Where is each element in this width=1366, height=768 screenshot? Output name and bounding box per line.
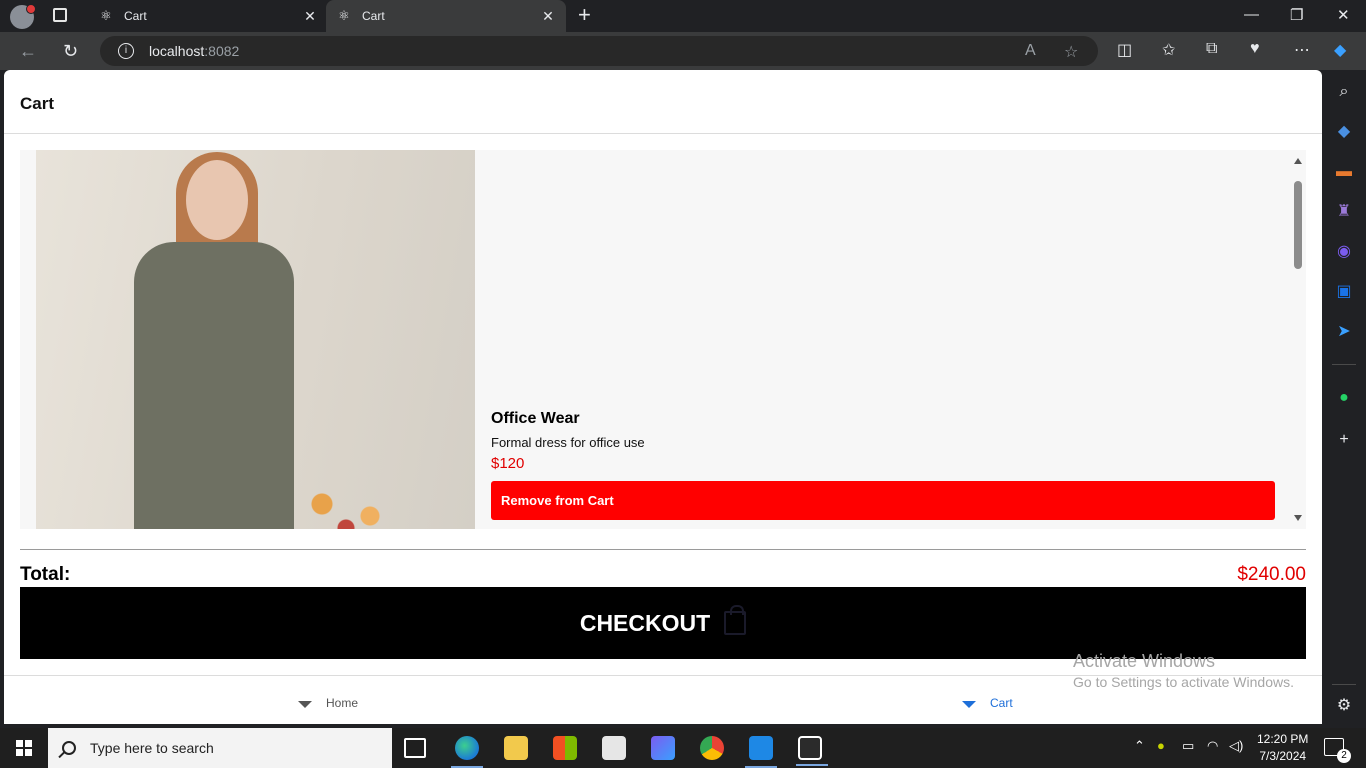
product-image [36,150,475,529]
battery-icon[interactable]: ▭ [1182,738,1194,754]
caret-down-icon [962,701,976,708]
search-icon[interactable]: ⌕ [1334,82,1354,102]
outlook-icon[interactable]: ▣ [1334,282,1354,302]
windows-taskbar: Type here to search ⌃ ● ▭ ◠ ◁) 12:20 PM … [0,728,1366,768]
product-price: $120 [491,455,525,472]
tab-actions-icon[interactable] [53,8,67,22]
product-name: Office Wear [491,410,580,427]
add-sidebar-app-icon[interactable]: + [1334,430,1354,450]
edge-sidebar: ⌕ ◆ ▬ ♜ ◉ ▣ ➤ ● + ⚙ [1322,70,1366,724]
search-icon [62,741,76,755]
search-placeholder: Type here to search [90,740,214,756]
tray-app-icon[interactable]: ● [1157,738,1165,753]
url-host: localhost [149,43,205,59]
wifi-icon[interactable]: ◠ [1207,738,1218,754]
product-image-dress [134,242,294,529]
split-screen-icon[interactable]: ◫ [1117,40,1132,60]
watermark-title: Activate Windows [1073,651,1216,671]
page-header: Cart [4,70,1322,134]
product-description: Formal dress for office use [491,435,645,450]
tray-overflow-chevron-icon[interactable]: ⌃ [1134,738,1145,754]
notification-count-badge: 2 [1337,749,1351,763]
remove-from-cart-button[interactable]: Remove from Cart [491,481,1275,520]
extensions-icon[interactable]: ♥ [1250,40,1260,58]
tab-close-icon[interactable]: ✕ [540,8,556,25]
product-image-flowers [286,480,406,529]
tab-title: Cart [362,9,385,23]
cart-item-list[interactable]: Office Wear Formal dress for office use … [20,150,1306,529]
sidebar-divider [1332,684,1356,685]
scroll-down-arrow-icon[interactable] [1294,515,1302,521]
microsoft-store-icon[interactable] [553,736,577,760]
favorites-icon[interactable]: ✩ [1162,40,1175,60]
file-explorer-icon[interactable] [504,736,528,760]
photos-icon[interactable] [796,736,828,766]
site-info-icon[interactable]: i [118,43,134,59]
tools-icon[interactable]: ▬ [1334,162,1354,182]
clock-date: 7/3/2024 [1259,749,1307,763]
more-menu-icon[interactable]: ⋯ [1294,40,1310,60]
favorite-star-icon[interactable]: ☆ [1064,42,1078,62]
watermark-subtitle: Go to Settings to activate Windows. [1073,674,1294,690]
shopping-bag-icon [724,605,747,635]
sidebar-divider [1332,364,1356,365]
read-aloud-icon[interactable]: A [1025,42,1036,60]
copilot-app-icon[interactable] [651,736,675,760]
copilot-icon[interactable]: ◆ [1334,40,1346,60]
tab-cart-1[interactable]: ⚛ Cart ✕ [88,0,328,32]
mail-icon[interactable] [602,736,626,760]
tab-cart-2[interactable]: ⚛ Cart ✕ [326,0,566,32]
nav-item-label: Home [326,696,359,710]
total-value: $240.00 [1237,564,1306,585]
browser-tab-bar: ⚛ Cart ✕ ⚛ Cart ✕ + — ❐ ✕ [0,0,1366,32]
microsoft365-icon[interactable]: ◉ [1334,242,1354,262]
refresh-icon[interactable]: ↻ [63,41,78,62]
restore-icon[interactable]: ❐ [1290,6,1303,24]
cart-item-details: Office Wear Formal dress for office use … [491,150,1277,529]
drop-icon[interactable]: ➤ [1334,322,1354,342]
tab-favicon-icon: ⚛ [100,8,112,23]
page-content: Cart Office Wear Formal dress for office… [4,70,1322,724]
taskbar-search-box[interactable]: Type here to search [48,728,392,768]
tab-favicon-icon: ⚛ [338,8,350,23]
collections-icon[interactable]: ⧉ [1206,40,1217,58]
nav-item-label: Cart [990,696,1013,710]
address-bar: ← ↻ i localhost:8082 A ☆ ◫ ✩ ⧉ ♥ ⋯ ◆ [0,32,1366,70]
shopping-tag-icon[interactable]: ◆ [1334,122,1354,142]
volume-icon[interactable]: ◁) [1229,738,1243,754]
settings-gear-icon[interactable]: ⚙ [1334,696,1354,716]
minimize-icon[interactable]: — [1244,6,1259,23]
url-port: :8082 [204,43,240,59]
scroll-up-arrow-icon[interactable] [1294,158,1302,164]
cart-list-scrollbar[interactable] [1290,150,1306,529]
scroll-thumb[interactable] [1294,181,1302,269]
whatsapp-icon[interactable]: ● [1334,388,1354,408]
games-icon[interactable]: ♜ [1334,202,1354,222]
back-icon[interactable]: ← [19,41,37,62]
chrome-icon[interactable] [700,736,724,760]
activate-windows-watermark: Activate Windows Go to Settings to activ… [1073,651,1294,690]
checkout-button[interactable]: CHECKOUT [20,587,1306,659]
nav-item-cart[interactable]: Cart [962,696,1013,710]
profile-avatar[interactable] [10,4,36,29]
total-label: Total: [20,564,71,585]
nav-item-home[interactable]: Home [298,696,358,710]
product-image-face [186,160,248,240]
vscode-icon[interactable] [745,736,777,768]
url-field[interactable]: i localhost:8082 A ☆ [100,36,1098,66]
notification-center-icon[interactable]: 2 [1324,738,1351,763]
taskbar-clock[interactable]: 12:20 PM 7/3/2024 [1257,731,1308,765]
tab-title: Cart [124,9,147,23]
clock-time: 12:20 PM [1257,732,1309,746]
tab-close-icon[interactable]: ✕ [302,8,318,25]
edge-browser-icon[interactable] [451,736,483,768]
total-divider [20,549,1306,550]
checkout-label: CHECKOUT [579,609,711,636]
windows-start-icon[interactable] [16,740,32,756]
task-view-icon[interactable] [404,738,426,758]
page-title: Cart [20,94,55,113]
new-tab-icon[interactable]: + [578,4,591,26]
close-window-icon[interactable]: ✕ [1337,6,1350,24]
caret-down-icon [298,701,312,708]
